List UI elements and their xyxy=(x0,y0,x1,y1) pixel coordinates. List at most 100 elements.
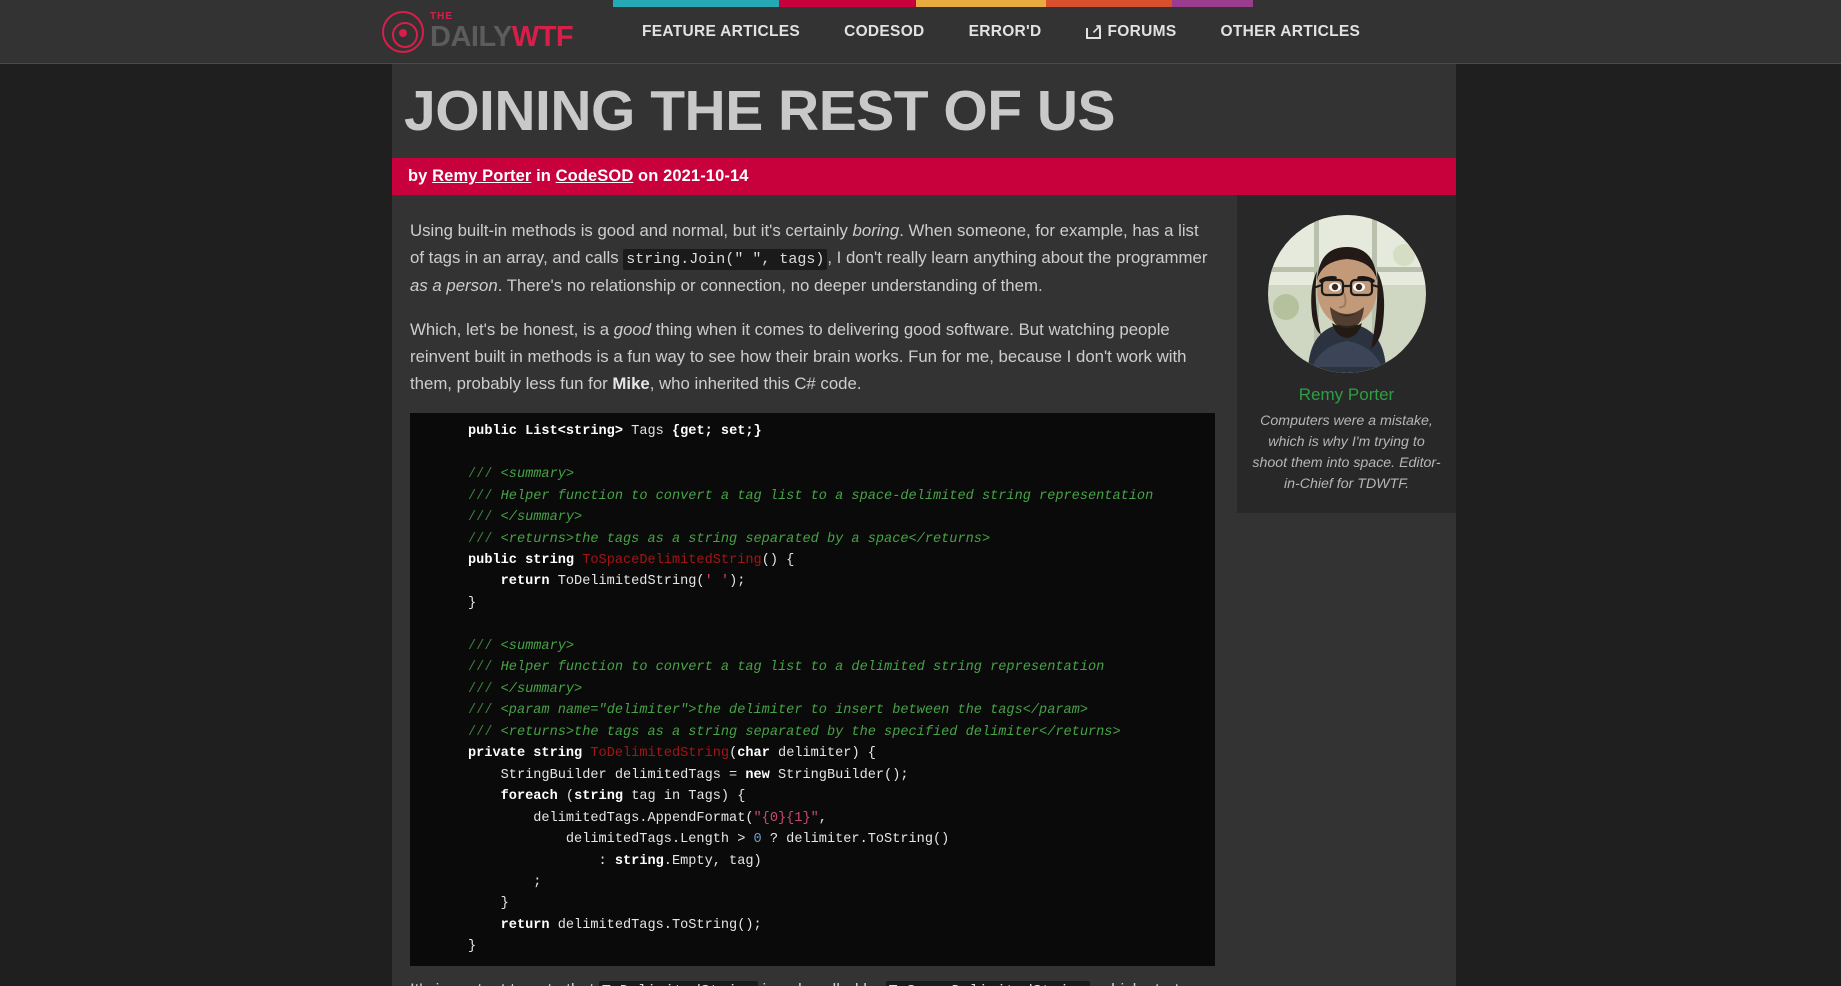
accent-strip-segment-3 xyxy=(916,0,1046,7)
code-token: delimitedTags.AppendFormat( xyxy=(468,810,754,826)
accent-strip-segment-1 xyxy=(613,0,779,7)
article-body-area: Using built-in methods is good and norma… xyxy=(392,194,1456,986)
code-token: Helper function to convert a tag list to… xyxy=(500,660,1105,676)
paragraph-2: Which, let's be honest, is a good thing … xyxy=(410,316,1215,398)
byline-author-link[interactable]: Remy Porter xyxy=(432,167,531,185)
code-token: <returns>the tags as a string separated … xyxy=(500,531,991,547)
code-token: <returns>the tags as a string separated … xyxy=(500,724,1121,740)
paragraph-3: It's important to note that ToDelimitedS… xyxy=(410,976,1215,986)
code-token: /// xyxy=(468,488,501,504)
code-token: /// xyxy=(468,510,501,526)
nav-item-codesod[interactable]: CODESOD xyxy=(822,0,946,64)
author-sidebar: Remy Porter Computers were a mistake, wh… xyxy=(1237,194,1456,513)
code-token: () { xyxy=(761,552,795,568)
external-link-icon xyxy=(1085,21,1103,39)
inline-code-todelimitedstring: ToDelimitedString xyxy=(598,980,758,986)
code-token: string xyxy=(614,853,664,869)
accent-strip-segment-2 xyxy=(779,0,916,7)
code-token: StringBuilder delimitedTags = xyxy=(468,767,746,783)
nav-item-label: FEATURE ARTICLES xyxy=(642,23,801,40)
code-token: private string xyxy=(468,746,591,762)
code-token: delimiter) { xyxy=(778,746,876,762)
code-token: } xyxy=(468,595,477,611)
code-token: } xyxy=(468,939,477,955)
code-token: return xyxy=(468,574,558,590)
p2-strong-mike: Mike xyxy=(612,373,650,393)
code-token: Helper function to convert a tag list to… xyxy=(500,488,1154,504)
code-token: ); xyxy=(729,574,746,590)
code-token: new xyxy=(745,767,778,783)
nav-item-other-articles[interactable]: OTHER ARTICLES xyxy=(1199,0,1383,64)
code-token: /// xyxy=(468,531,501,547)
accent-strip-segment-5 xyxy=(1172,0,1253,7)
content-container: JOINING THE REST OF US by Remy Porter in… xyxy=(392,64,1456,986)
page-body: JOINING THE REST OF US by Remy Porter in… xyxy=(0,64,1841,986)
code-token: char xyxy=(737,746,779,762)
code-token: return xyxy=(468,917,558,933)
code-token: {get; set;} xyxy=(671,424,762,440)
site-logo[interactable]: THE DAILYWTF xyxy=(382,8,602,56)
code-token: , xyxy=(818,810,827,826)
code-token: tag in Tags) { xyxy=(631,789,746,805)
code-token: </summary> xyxy=(500,510,583,526)
p2-text-c: , who inherited this C# code. xyxy=(649,373,862,393)
paragraph-1: Using built-in methods is good and norma… xyxy=(410,217,1215,300)
code-token: /// xyxy=(468,467,501,483)
byline-category-link[interactable]: CodeSOD xyxy=(556,167,634,185)
inline-code-tospacedelimitedstring: ToSpaceDelimitedString xyxy=(885,980,1090,986)
code-token: foreach xyxy=(468,789,566,805)
code-token: public string xyxy=(468,552,583,568)
code-token: List<string> xyxy=(525,424,632,440)
code-token: ( xyxy=(729,746,738,762)
nav-item-label: FORUMS xyxy=(1107,23,1177,40)
inline-code-string-join: string.Join(" ", tags) xyxy=(623,249,828,271)
code-token: ToDelimitedString( xyxy=(557,574,705,590)
code-token: StringBuilder(); xyxy=(778,767,909,783)
avatar-image xyxy=(1267,214,1426,373)
code-token: Tags xyxy=(631,424,672,440)
sidebar-author-bio: Computers were a mistake, which is why I… xyxy=(1252,412,1441,492)
code-token: <summary> xyxy=(500,638,575,654)
p3-text-a: It's important to note that xyxy=(410,980,599,986)
logo-mark-icon xyxy=(382,11,424,53)
code-token: /// xyxy=(468,660,501,676)
code-token: string xyxy=(574,789,632,805)
code-token: public xyxy=(468,424,526,440)
p1-text-a: Using built-in methods is good and norma… xyxy=(410,220,853,240)
article-byline: by Remy Porter in CodeSOD on 2021-10-14 xyxy=(392,157,1456,195)
nav-item-feature-articles[interactable]: FEATURE ARTICLES xyxy=(620,0,822,64)
code-token: .Empty, tag) xyxy=(663,853,762,869)
code-token: "{0}{1}" xyxy=(753,810,819,826)
code-token: /// xyxy=(468,724,501,740)
main-navigation: FEATURE ARTICLES CODESOD ERROR'D FORUMS OTHE… xyxy=(620,0,1382,64)
code-token: </summary> xyxy=(500,681,583,697)
code-token: <param name="delimiter">the delimiter to… xyxy=(500,703,1088,719)
accent-strip-segment-4 xyxy=(1046,0,1172,7)
byline-by-label: by xyxy=(408,166,428,185)
p1-text-d: . There's no relationship or connection,… xyxy=(497,276,1043,296)
code-token: delimitedTags.ToString(); xyxy=(557,917,762,933)
code-token: <summary> xyxy=(500,467,575,483)
page-title: JOINING THE REST OF US xyxy=(392,64,1456,158)
p1-emphasis-as-a-person: as a person xyxy=(410,276,498,296)
byline-in-label: in xyxy=(536,166,551,185)
nav-item-label: ERROR'D xyxy=(968,23,1042,40)
logo-main-text: DAILYWTF xyxy=(430,21,574,53)
nav-item-forums[interactable]: FORUMS xyxy=(1064,0,1199,64)
logo-wtf-text: WTF xyxy=(511,21,574,53)
p1-emphasis-boring: boring xyxy=(852,220,900,240)
code-token: /// xyxy=(468,681,501,697)
code-token: ; xyxy=(468,875,542,890)
sidebar-author-name[interactable]: Remy Porter xyxy=(1251,385,1442,405)
avatar xyxy=(1267,214,1426,373)
code-token: /// xyxy=(468,703,501,719)
p2-emphasis-good: good xyxy=(613,319,652,339)
byline-on-label: on xyxy=(638,166,659,185)
logo-wordmark: THE DAILYWTF xyxy=(430,12,574,53)
code-token: 0 xyxy=(753,832,762,848)
nav-item-error-d[interactable]: ERROR'D xyxy=(947,0,1064,64)
code-token: delimitedTags.Length > xyxy=(468,832,754,848)
code-token: } xyxy=(468,896,509,912)
code-token: ToDelimitedString xyxy=(590,746,730,762)
code-token: ( xyxy=(565,789,575,805)
